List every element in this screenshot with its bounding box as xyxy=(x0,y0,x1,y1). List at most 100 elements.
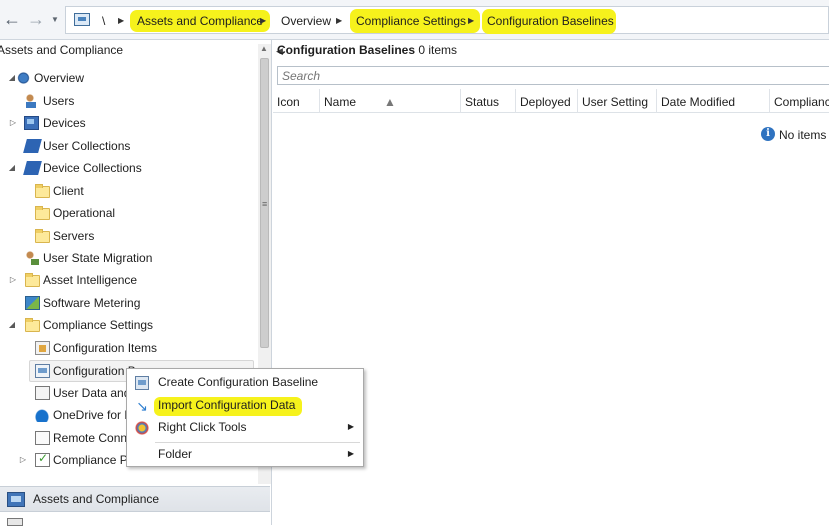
collapsed-caret-icon[interactable]: ▷ xyxy=(9,118,17,127)
devices-icon xyxy=(24,116,39,130)
item-count: 0 items xyxy=(418,43,458,57)
scroll-thumb[interactable]: ≡ xyxy=(260,58,269,348)
tree-item-compliance-settings[interactable]: ◢ Compliance Settings xyxy=(0,316,255,336)
breadcrumb-separator-icon[interactable]: ▶ xyxy=(260,16,266,25)
collapsed-caret-icon[interactable]: ▷ xyxy=(9,275,17,284)
tree-item-label: User State Migration xyxy=(43,251,153,265)
forward-arrow-icon[interactable]: → xyxy=(26,9,46,31)
folder-icon xyxy=(25,273,40,287)
scroll-up-arrow-icon[interactable]: ▲ xyxy=(260,44,268,53)
workspace-button-assets-and-compliance[interactable]: Assets and Compliance xyxy=(0,486,270,512)
tree-item-label: Asset Intelligence xyxy=(43,273,138,287)
tree-item-label: Device Collections xyxy=(43,161,142,175)
software-metering-icon xyxy=(25,296,40,310)
column-header-row: Icon Name ▲ Status Deployed User Setting… xyxy=(273,89,829,113)
user-collections-icon xyxy=(23,139,42,153)
tree-item-client[interactable]: Client xyxy=(0,182,255,202)
info-icon: i xyxy=(761,127,775,141)
menu-item-label: Right Click Tools xyxy=(158,420,247,434)
tree-item-configuration-items[interactable]: Configuration Items xyxy=(0,339,255,359)
breadcrumb-assets-and-compliance[interactable]: Assets and Compliance xyxy=(137,14,263,28)
import-arrow-icon: ↘ xyxy=(136,398,148,414)
back-arrow-icon[interactable]: ← xyxy=(2,9,22,31)
folder-icon xyxy=(35,184,50,198)
tree-item-label: Overview xyxy=(34,71,85,85)
overview-icon xyxy=(16,71,31,85)
tree-item-operational[interactable]: Operational xyxy=(0,204,255,224)
folder-icon xyxy=(25,318,40,332)
tree-item-label: Software Metering xyxy=(43,296,141,310)
column-header-date-modified[interactable]: Date Modified xyxy=(657,89,770,113)
content-title: Configuration Baselines xyxy=(277,43,416,57)
menu-item-folder[interactable]: Folder ▶ xyxy=(128,444,362,466)
expanded-caret-icon[interactable]: ◢ xyxy=(8,163,16,172)
column-header-name[interactable]: Name ▲ xyxy=(320,89,461,113)
expanded-caret-icon[interactable]: ◢ xyxy=(8,320,16,329)
compliance-policies-icon xyxy=(35,451,50,467)
tree-item-overview[interactable]: ◢ Overview xyxy=(0,69,255,89)
tree-item-label: Devices xyxy=(43,116,86,130)
user-data-icon xyxy=(35,386,50,400)
menu-separator xyxy=(155,442,360,443)
tree-item-label: Users xyxy=(43,94,75,108)
create-baseline-icon xyxy=(135,376,149,390)
breadcrumb-separator-icon[interactable]: ▶ xyxy=(118,16,124,25)
tree-item-label: Configuration B xyxy=(53,364,136,378)
submenu-arrow-icon: ▶ xyxy=(347,449,354,458)
column-header-compliance[interactable]: Compliance xyxy=(770,89,829,113)
history-dropdown-icon[interactable]: ▼ xyxy=(51,15,59,24)
remote-connection-icon xyxy=(35,431,50,445)
expanded-caret-icon[interactable]: ◢ xyxy=(8,73,16,82)
column-header-deployed[interactable]: Deployed xyxy=(516,89,578,113)
collapsed-caret-icon[interactable]: ▷ xyxy=(19,455,27,464)
configuration-items-icon xyxy=(35,341,50,355)
address-bar: ← → ▼ \ ▶ Assets and Compliance ▶ Overvi… xyxy=(0,0,829,40)
search-box[interactable] xyxy=(277,66,829,85)
tree-item-label: User Data and xyxy=(53,386,131,400)
folder-icon xyxy=(35,206,50,220)
submenu-arrow-icon: ▶ xyxy=(347,422,354,431)
column-header-icon[interactable]: Icon xyxy=(273,89,320,113)
users-icon xyxy=(24,94,39,108)
breadcrumb-configuration-baselines[interactable]: Configuration Baselines xyxy=(487,14,614,28)
menu-item-right-click-tools[interactable]: Right Click Tools ▶ xyxy=(128,417,362,439)
tree-item-label: Servers xyxy=(53,229,95,243)
tree-item-device-collections[interactable]: ◢ Device Collections xyxy=(0,159,255,179)
context-menu: Create Configuration Baseline ↘ Import C… xyxy=(126,368,364,467)
menu-item-label: Folder xyxy=(158,447,193,461)
menu-item-label: Create Configuration Baseline xyxy=(158,375,319,389)
tree-item-asset-intelligence[interactable]: ▷ Asset Intelligence xyxy=(0,271,255,291)
user-state-migration-icon xyxy=(25,251,40,265)
breadcrumb-separator-icon[interactable]: ▶ xyxy=(468,16,474,25)
assets-and-compliance-icon xyxy=(7,492,25,507)
onedrive-icon xyxy=(34,408,49,422)
breadcrumb-separator-icon[interactable]: ▶ xyxy=(336,16,342,25)
column-header-user-setting[interactable]: User Setting xyxy=(578,89,657,113)
tree-item-user-state-migration[interactable]: User State Migration xyxy=(0,249,255,269)
tree-item-user-collections[interactable]: User Collections xyxy=(0,137,255,157)
console-icon xyxy=(74,13,90,26)
empty-list-text: No items f xyxy=(779,128,829,142)
tree-item-software-metering[interactable]: Software Metering xyxy=(0,294,255,314)
tree-item-label: Operational xyxy=(53,206,116,220)
column-header-status[interactable]: Status xyxy=(461,89,516,113)
tree-item-devices[interactable]: ▷ Devices xyxy=(0,114,255,134)
tree-item-label: Client xyxy=(53,184,84,198)
tree-item-label: Remote Conne xyxy=(53,431,134,445)
breadcrumb-root[interactable]: \ xyxy=(102,14,105,28)
search-input[interactable] xyxy=(278,67,829,84)
tree-item-label: Compliance Settings xyxy=(43,318,154,332)
breadcrumb-compliance-settings[interactable]: Compliance Settings xyxy=(356,14,466,28)
menu-item-import-configuration-data[interactable]: ↘ Import Configuration Data xyxy=(128,395,362,417)
tree-item-servers[interactable]: Servers xyxy=(0,227,255,247)
tree-item-label: User Collections xyxy=(43,139,131,153)
breadcrumb-overview[interactable]: Overview xyxy=(281,14,331,28)
menu-item-label: Import Configuration Data xyxy=(158,398,296,412)
menu-item-create-configuration-baseline[interactable]: Create Configuration Baseline xyxy=(128,372,362,394)
tree-item-label: OneDrive for B xyxy=(53,408,133,422)
content-header: Configuration Baselines 0 items xyxy=(277,43,457,57)
tree-item-users[interactable]: Users xyxy=(0,92,255,112)
scroll-grip-icon: ≡ xyxy=(262,199,268,209)
right-click-tools-icon xyxy=(135,421,149,435)
sort-ascending-icon: ▲ xyxy=(384,95,396,109)
